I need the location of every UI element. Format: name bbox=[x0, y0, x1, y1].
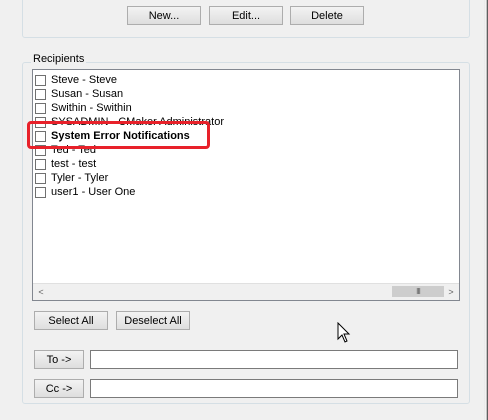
delete-button[interactable]: Delete bbox=[290, 6, 364, 25]
to-field[interactable] bbox=[90, 350, 458, 369]
list-item[interactable]: user1 - User One bbox=[35, 185, 135, 199]
pointer-cursor-icon bbox=[337, 322, 351, 343]
recipient-checkbox[interactable] bbox=[35, 172, 46, 184]
to-button[interactable]: To -> bbox=[34, 350, 84, 369]
recipient-label: Swithin - Swithin bbox=[51, 102, 132, 114]
list-item[interactable]: Tyler - Tyler bbox=[35, 171, 108, 185]
recipient-label: Susan - Susan bbox=[51, 88, 124, 100]
recipients-group-label: Recipients bbox=[31, 53, 87, 65]
scroll-right-icon[interactable]: > bbox=[443, 284, 459, 300]
recipient-label: test - test bbox=[51, 158, 97, 170]
recipient-label: Tyler - Tyler bbox=[51, 172, 109, 184]
recipient-checkbox[interactable] bbox=[35, 158, 46, 170]
window-edge bbox=[484, 0, 488, 420]
recipient-checkbox[interactable] bbox=[35, 88, 46, 100]
deselect-all-button[interactable]: Deselect All bbox=[116, 311, 190, 330]
list-item[interactable]: test - test bbox=[35, 157, 96, 171]
list-item[interactable]: Swithin - Swithin bbox=[35, 101, 132, 115]
recipient-checkbox[interactable] bbox=[35, 74, 46, 86]
horizontal-scrollbar[interactable]: < III > bbox=[33, 283, 459, 300]
recipient-label: user1 - User One bbox=[51, 186, 136, 198]
recipient-label: Steve - Steve bbox=[51, 74, 118, 86]
recipient-checkbox[interactable] bbox=[35, 186, 46, 198]
cc-button[interactable]: Cc -> bbox=[34, 379, 84, 398]
new-button[interactable]: New... bbox=[127, 6, 201, 25]
cc-field[interactable] bbox=[90, 379, 458, 398]
recipients-list[interactable]: Steve - Steve Susan - Susan Swithin - Sw… bbox=[32, 69, 460, 301]
highlight-annotation bbox=[27, 121, 210, 149]
select-all-button[interactable]: Select All bbox=[34, 311, 108, 330]
list-item[interactable]: Steve - Steve bbox=[35, 73, 117, 87]
scroll-left-icon[interactable]: < bbox=[33, 284, 49, 300]
list-item[interactable]: Susan - Susan bbox=[35, 87, 123, 101]
scroll-thumb[interactable]: III bbox=[392, 286, 444, 297]
edit-button[interactable]: Edit... bbox=[209, 6, 283, 25]
recipient-checkbox[interactable] bbox=[35, 102, 46, 114]
